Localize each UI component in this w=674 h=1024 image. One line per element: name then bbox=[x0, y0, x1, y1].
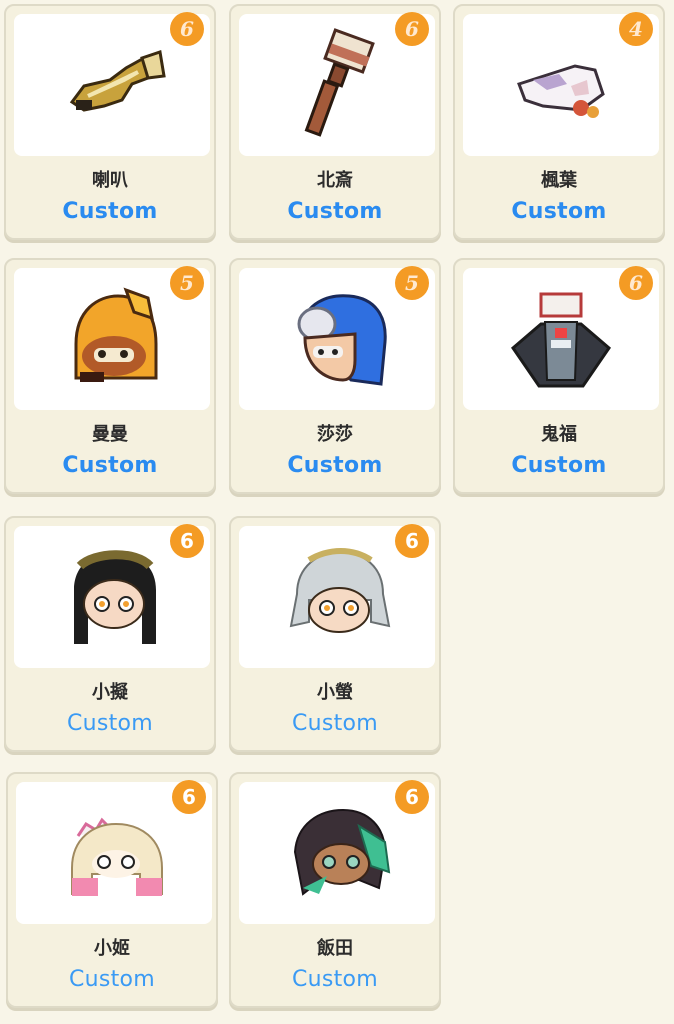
custom-link[interactable]: Custom bbox=[231, 199, 439, 224]
level-badge: 6 bbox=[395, 12, 429, 46]
level-badge: 6 bbox=[395, 524, 429, 558]
level-badge: 6 bbox=[395, 780, 429, 814]
custom-link[interactable]: Custom bbox=[231, 711, 439, 736]
card-name: 小擬 bbox=[92, 682, 128, 703]
card-hokusai[interactable]: 6 北斎 Custom bbox=[229, 4, 441, 240]
level-badge: 6 bbox=[170, 524, 204, 558]
custom-link[interactable]: Custom bbox=[6, 453, 214, 478]
card-callie[interactable]: 6 小擬 Custom bbox=[4, 516, 216, 752]
custom-link[interactable]: Custom bbox=[8, 967, 216, 992]
card-name: 楓葉 bbox=[541, 170, 577, 191]
level-badge: 6 bbox=[172, 780, 206, 814]
level-badge: 5 bbox=[395, 266, 429, 300]
custom-link[interactable]: Custom bbox=[6, 199, 214, 224]
card-name: 北斎 bbox=[317, 170, 353, 191]
custom-link[interactable]: Custom bbox=[231, 453, 439, 478]
level-badge: 6 bbox=[619, 266, 653, 300]
card-name: 曼曼 bbox=[92, 424, 128, 445]
custom-link[interactable]: Custom bbox=[455, 199, 663, 224]
card-marie[interactable]: 6 小螢 Custom bbox=[229, 516, 441, 752]
card-manman[interactable]: 5 曼曼 Custom bbox=[4, 258, 216, 494]
level-badge: 5 bbox=[170, 266, 204, 300]
card-name: 喇叭 bbox=[92, 170, 128, 191]
card-marina[interactable]: 6 飯田 Custom bbox=[229, 772, 441, 1008]
level-badge: 6 bbox=[170, 12, 204, 46]
card-name: 莎莎 bbox=[317, 424, 353, 445]
card-name: 小螢 bbox=[317, 682, 353, 703]
card-momiji[interactable]: 4 楓葉 Custom bbox=[453, 4, 665, 240]
card-name: 飯田 bbox=[317, 938, 353, 959]
card-name: 鬼福 bbox=[541, 424, 577, 445]
card-trumpet[interactable]: 6 喇叭 Custom bbox=[4, 4, 216, 240]
card-name: 小姬 bbox=[94, 938, 130, 959]
card-pearl[interactable]: 6 小姬 Custom bbox=[6, 772, 218, 1008]
custom-link[interactable]: Custom bbox=[6, 711, 214, 736]
custom-link[interactable]: Custom bbox=[455, 453, 663, 478]
card-kifuku[interactable]: 6 鬼福 Custom bbox=[453, 258, 665, 494]
level-badge: 4 bbox=[619, 12, 653, 46]
custom-link[interactable]: Custom bbox=[231, 967, 439, 992]
card-shasha[interactable]: 5 莎莎 Custom bbox=[229, 258, 441, 494]
